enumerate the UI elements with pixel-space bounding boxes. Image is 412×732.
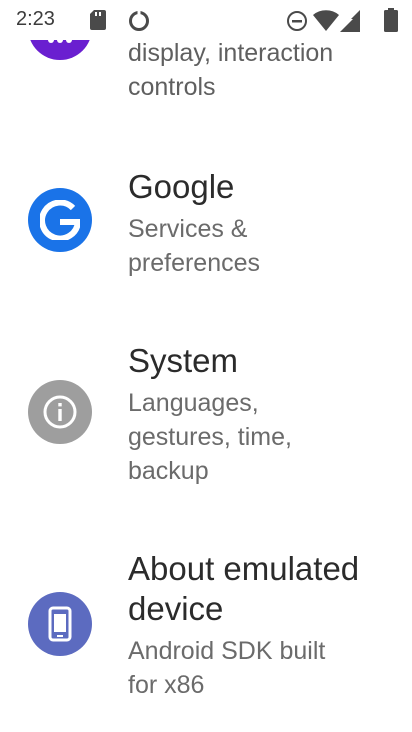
settings-item-title: Google — [128, 168, 235, 205]
settings-item-title: System — [128, 342, 239, 379]
phone-icon — [28, 592, 92, 656]
settings-item-title: About emulated — [128, 550, 360, 587]
status-time: 2:23 — [16, 8, 55, 30]
settings-item-subtitle: gestures, time, — [128, 423, 292, 451]
settings-item-subtitle: Android SDK built — [128, 637, 326, 665]
dnd-icon — [286, 10, 308, 37]
cell-signal-icon — [340, 10, 362, 37]
settings-item-google[interactable]: Google Services & preferences — [0, 150, 412, 300]
wifi-icon — [313, 10, 339, 37]
settings-item-system[interactable]: System Languages, gestures, time, backup — [0, 330, 412, 510]
settings-item-subtitle: Languages, — [128, 389, 259, 417]
battery-icon — [384, 8, 398, 37]
settings-item-subtitle: controls — [128, 73, 216, 101]
data-saver-icon — [128, 10, 150, 37]
sd-card-icon — [90, 10, 106, 35]
info-icon — [28, 380, 92, 444]
settings-item-subtitle: Services & — [128, 215, 248, 243]
settings-list: display, interaction controls Google Ser… — [0, 0, 412, 732]
settings-item-about-device[interactable]: About emulated device Android SDK built … — [0, 540, 412, 720]
status-bar: 2:23 — [0, 0, 412, 40]
settings-item-subtitle: backup — [128, 457, 209, 485]
settings-item-title: device — [128, 590, 224, 627]
settings-item-subtitle: for x86 — [128, 671, 205, 699]
google-icon — [28, 188, 92, 252]
settings-item-subtitle: display, interaction — [128, 39, 334, 67]
settings-item-subtitle: preferences — [128, 249, 261, 277]
